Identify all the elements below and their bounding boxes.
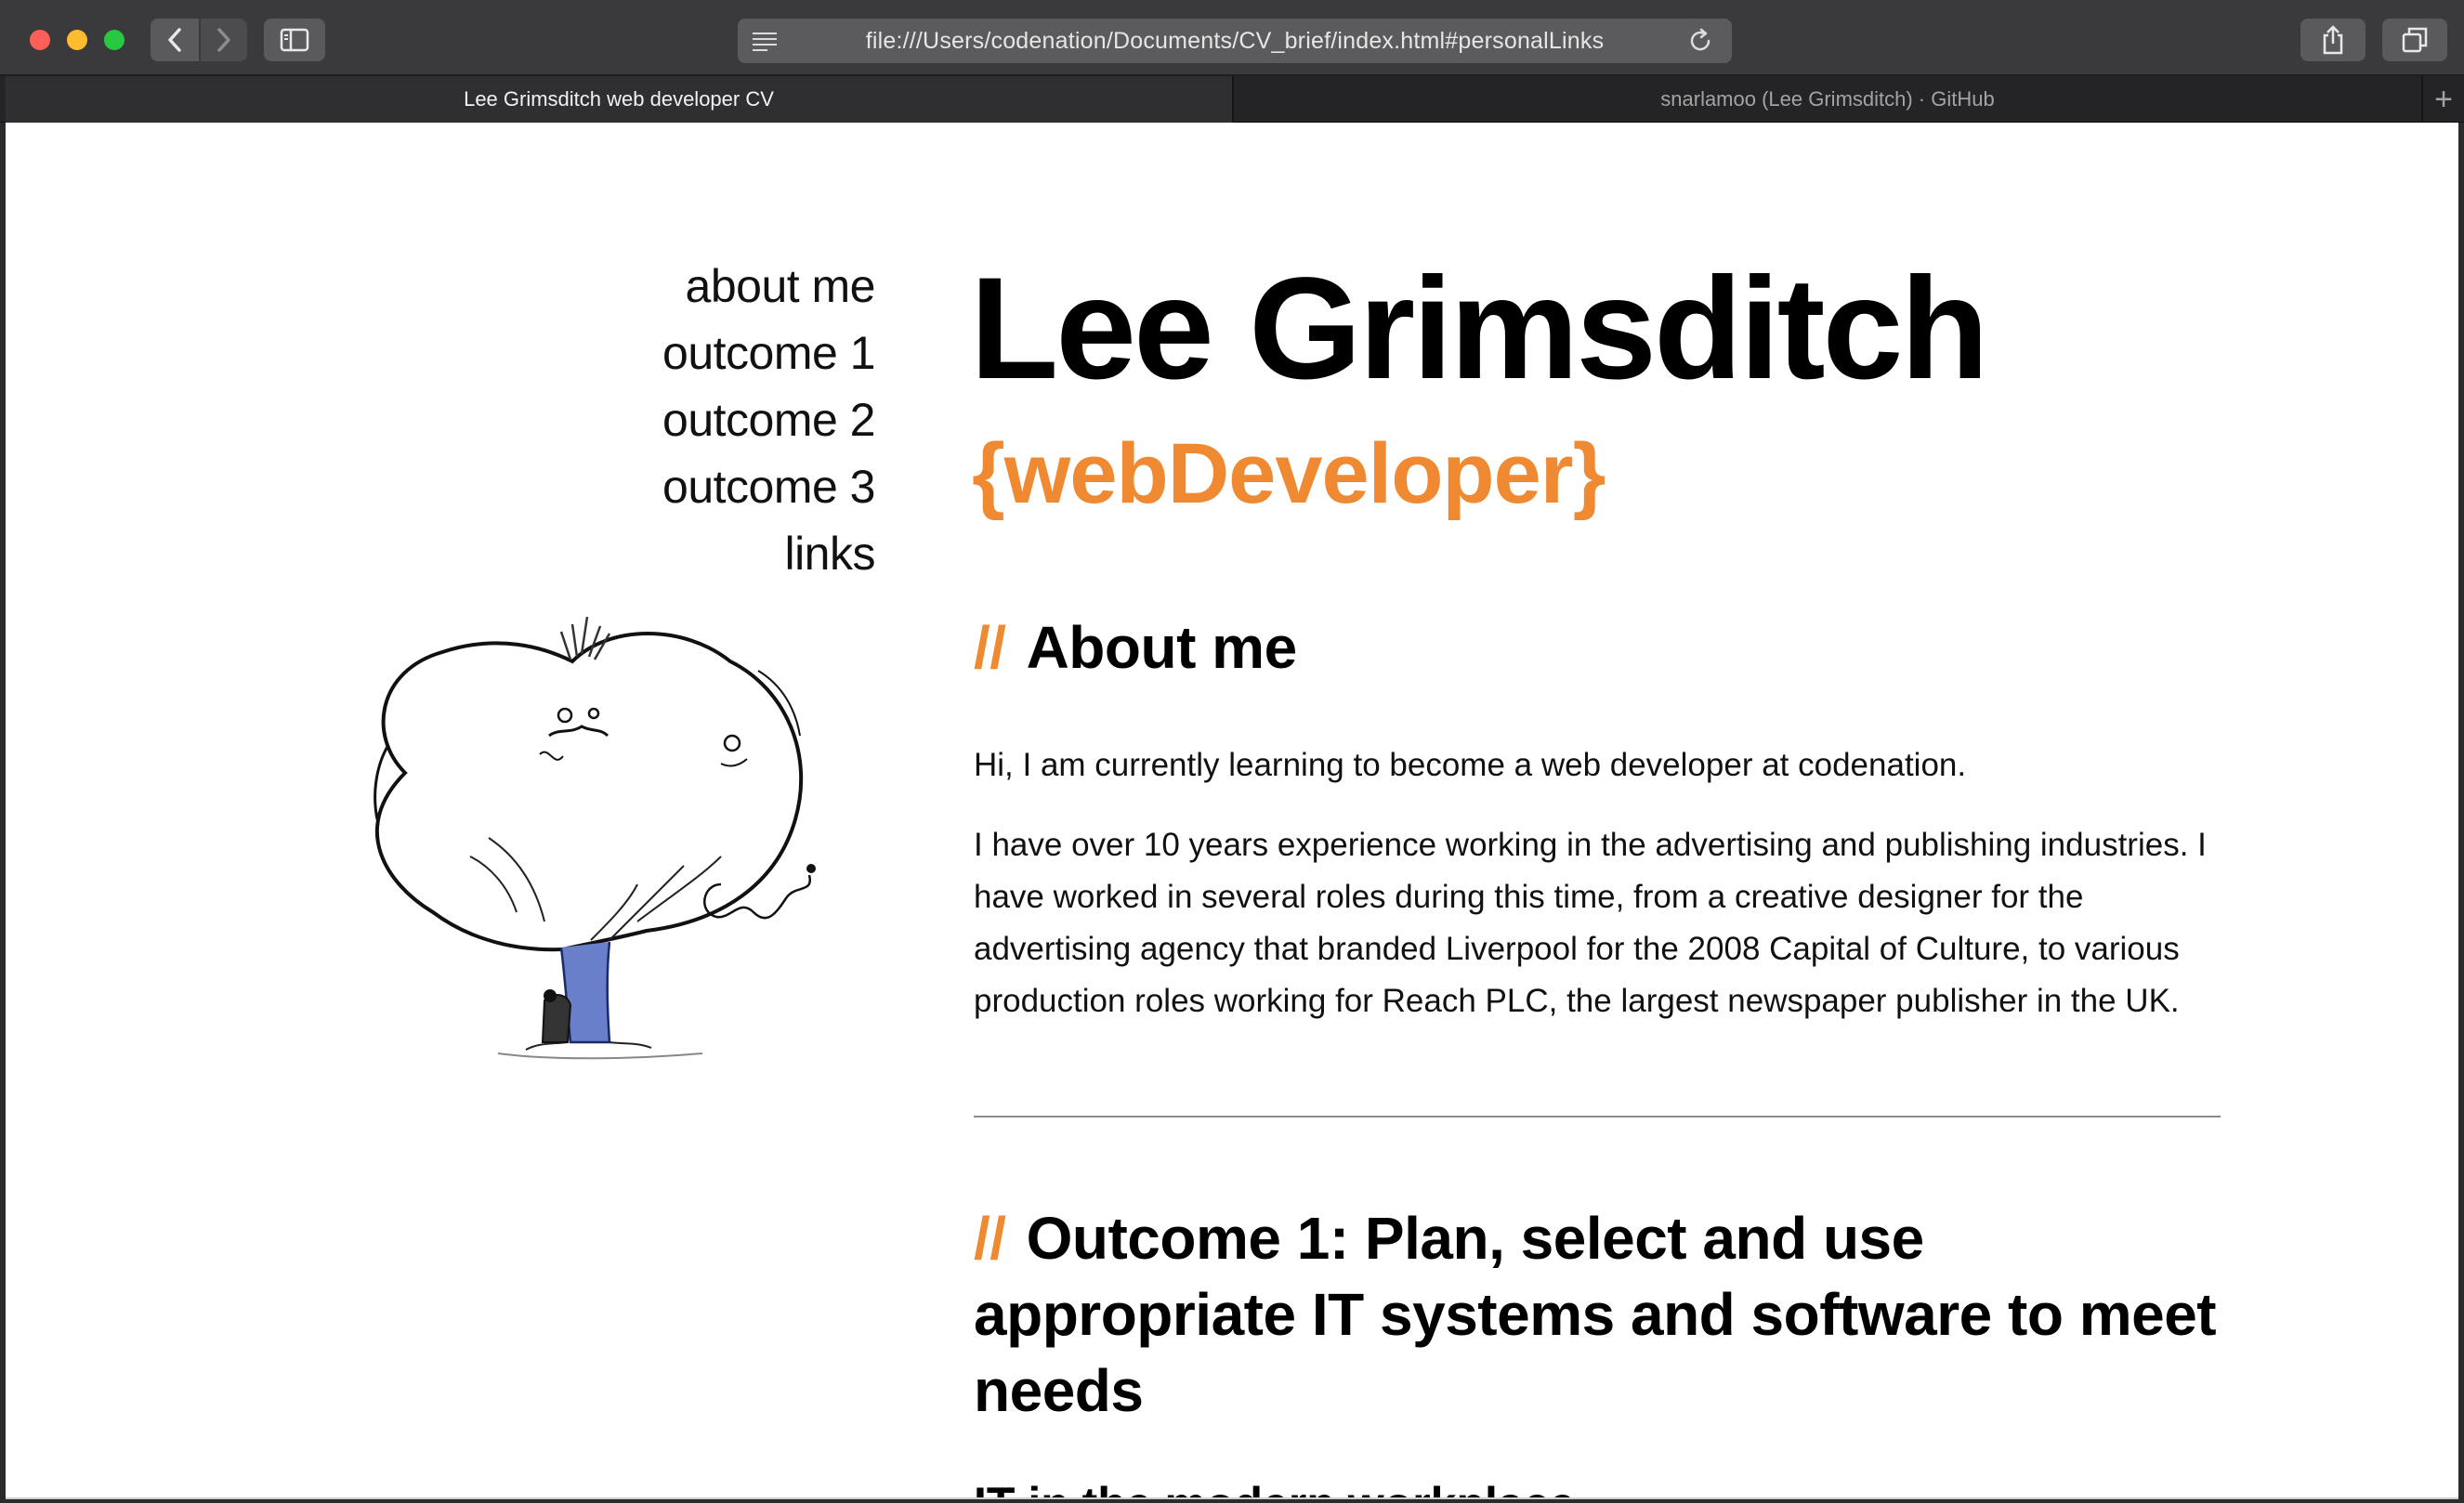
- about-paragraph-2: I have over 10 years experience working …: [974, 827, 2207, 1019]
- new-tab-button[interactable]: +: [2421, 76, 2464, 123]
- heading-slashes: //: [974, 614, 1006, 681]
- job-title: {webDeveloper}: [972, 426, 1606, 521]
- browser-toolbar: file:///Users/codenation/Documents/CV_br…: [0, 0, 2464, 76]
- share-icon: [2323, 25, 2343, 55]
- tab-overview-button[interactable]: [2382, 19, 2447, 61]
- share-button[interactable]: [2300, 19, 2366, 61]
- window-bottom-edge: [6, 1497, 2458, 1499]
- outcome-1-subheading: IT in the modern workplace: [974, 1477, 1575, 1499]
- about-paragraph-1: Hi, I am currently learning to become a …: [974, 747, 1967, 783]
- url-text[interactable]: file:///Users/codenation/Documents/CV_br…: [738, 28, 1732, 55]
- tab-label: Lee Grimsditch web developer CV: [464, 87, 774, 111]
- heading-slashes: //: [974, 1205, 1006, 1272]
- tab-bar: Lee Grimsditch web developer CV snarlamo…: [0, 76, 2464, 123]
- forward-button[interactable]: [201, 19, 247, 61]
- chevron-left-icon: [168, 28, 181, 52]
- tab-github[interactable]: snarlamoo (Lee Grimsditch) · GitHub: [1236, 76, 2419, 123]
- nav-link-outcome-1[interactable]: outcome 1: [6, 320, 875, 386]
- tab-cv[interactable]: Lee Grimsditch web developer CV: [6, 76, 1234, 123]
- tab-label: snarlamoo (Lee Grimsditch) · GitHub: [1660, 87, 1995, 111]
- address-bar[interactable]: file:///Users/codenation/Documents/CV_br…: [738, 19, 1732, 63]
- back-button[interactable]: [151, 19, 199, 61]
- reload-icon[interactable]: [1687, 28, 1713, 54]
- outcome-1-heading-text: Outcome 1: Plan, select and use appropri…: [974, 1205, 2217, 1424]
- side-navigation: about me outcome 1 outcome 2 outcome 3 l…: [6, 253, 875, 587]
- web-page: about me outcome 1 outcome 2 outcome 3 l…: [6, 123, 2458, 1499]
- nav-link-outcome-3[interactable]: outcome 3: [6, 453, 875, 520]
- about-heading-text: About me: [1026, 614, 1298, 681]
- outcome-1-heading: //Outcome 1: Plan, select and use approp…: [974, 1200, 2228, 1429]
- nav-link-about-me[interactable]: about me: [6, 253, 876, 320]
- tree-head-illustration: [374, 616, 816, 1060]
- browser-window: file:///Users/codenation/Documents/CV_br…: [0, 0, 2464, 1503]
- about-heading: // About me: [974, 609, 1297, 686]
- sidebar-toggle-button[interactable]: [264, 19, 325, 61]
- maximize-window-button[interactable]: [104, 30, 125, 50]
- nav-link-outcome-2[interactable]: outcome 2: [6, 386, 875, 453]
- sidebar-icon: [280, 28, 309, 52]
- section-divider: [974, 1116, 2221, 1117]
- close-window-button[interactable]: [30, 30, 50, 50]
- page-title: Lee Grimsditch: [970, 248, 1989, 410]
- minimize-window-button[interactable]: [67, 30, 87, 50]
- tabs-overview-icon: [2402, 27, 2428, 53]
- chevron-right-icon: [217, 28, 230, 52]
- nav-link-links[interactable]: links: [6, 520, 875, 587]
